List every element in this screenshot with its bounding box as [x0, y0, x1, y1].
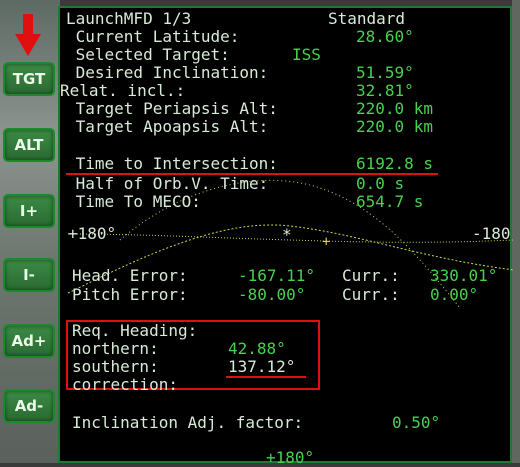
adjust-plus-button[interactable]: Ad+: [3, 324, 55, 358]
value-half-orbit-time: 0.0 s: [356, 174, 405, 193]
plot-bottom-label: +180°: [266, 448, 315, 467]
label-pitch-error: Pitch Error:: [72, 285, 188, 304]
value-northern: 42.88°: [228, 339, 286, 358]
value-southern: 137.12°: [228, 357, 296, 376]
label-relative-inclination: Relat. incl.:: [60, 81, 186, 100]
mfd-title: LaunchMFD 1/3: [66, 9, 192, 28]
label-target-apoapsis: Target Apoapsis Alt:: [66, 117, 269, 136]
label-northern: northern:: [72, 339, 159, 358]
alt-button[interactable]: ALT: [3, 128, 55, 162]
label-desired-inclination: Desired Inclination:: [66, 63, 269, 82]
value-target-periapsis: 220.0 km: [356, 99, 434, 118]
plot-left-label: +180°: [68, 224, 117, 243]
value-target-apoapsis: 220.0 km: [356, 117, 434, 136]
svg-text:*: *: [282, 225, 292, 244]
adjust-minus-button[interactable]: Ad-: [3, 389, 55, 423]
value-current-pitch: 0.00°: [430, 285, 479, 304]
red-arrow-annotation-icon: [15, 14, 41, 56]
inclination-plus-button[interactable]: I+: [3, 194, 55, 228]
value-current-latitude: 28.60°: [356, 27, 414, 46]
svg-text:+: +: [322, 234, 330, 250]
label-target-periapsis: Target Periapsis Alt:: [66, 99, 278, 118]
value-pitch-error: -80.00°: [238, 285, 306, 304]
tgt-button[interactable]: TGT: [3, 62, 55, 96]
mfd-screen: * + LaunchMFD 1/3 Standard Current Latit…: [58, 6, 514, 467]
value-inclination-adj: 0.50°: [392, 413, 441, 432]
label-correction: correction:: [72, 375, 178, 394]
value-current-heading: 330.01°: [430, 266, 498, 285]
label-current-heading: Curr.:: [342, 266, 400, 285]
value-time-to-intersection: 6192.8 s: [356, 154, 434, 173]
label-current-pitch: Curr.:: [342, 285, 400, 304]
label-selected-target: Selected Target:: [66, 45, 230, 64]
value-time-to-meco: 654.7 s: [356, 192, 424, 211]
label-time-to-meco: Time To MECO:: [66, 192, 201, 211]
inclination-minus-button[interactable]: I-: [3, 258, 55, 292]
value-heading-error: -167.11°: [238, 266, 316, 285]
label-required-heading: Req. Heading:: [72, 321, 198, 340]
value-relative-inclination: 32.81°: [356, 81, 414, 100]
plot-right-label: -180: [472, 224, 511, 243]
label-current-latitude: Current Latitude:: [66, 27, 240, 46]
label-half-orbit-time: Half of Orb.V. Time:: [66, 174, 269, 193]
mfd-mode: Standard: [328, 9, 406, 28]
label-inclination-adj: Inclination Adj. factor:: [72, 413, 304, 432]
label-southern: southern:: [72, 357, 159, 376]
label-time-to-intersection: Time to Intersection:: [66, 154, 278, 173]
label-heading-error: Head. Error:: [72, 266, 188, 285]
value-selected-target: ISS: [292, 45, 321, 64]
value-desired-inclination: 51.59°: [356, 63, 414, 82]
southern-underline: [226, 376, 306, 378]
